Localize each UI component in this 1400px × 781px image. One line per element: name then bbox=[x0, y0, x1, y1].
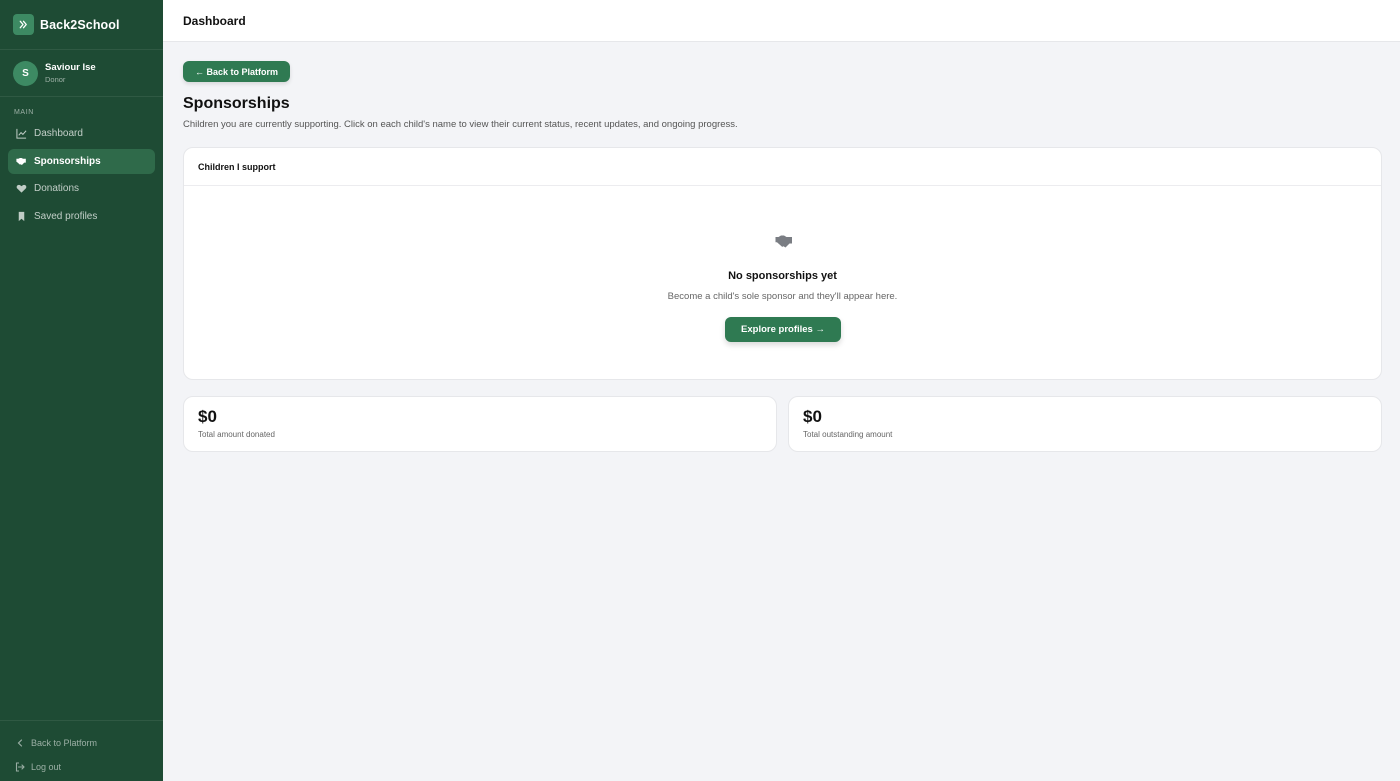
stat-card-total-donated: $0 Total amount donated bbox=[183, 396, 777, 452]
logout-icon bbox=[15, 762, 25, 772]
topbar: Dashboard bbox=[163, 0, 1400, 42]
chart-line-icon bbox=[15, 128, 27, 140]
sidebar-item-saved-profiles[interactable]: Saved profiles bbox=[8, 204, 155, 229]
heart-icon bbox=[15, 183, 27, 195]
sidebar-item-label: Sponsorships bbox=[34, 155, 101, 167]
card-header: Children I support bbox=[184, 148, 1381, 186]
page-title: Sponsorships bbox=[183, 95, 290, 112]
handshake-icon bbox=[15, 155, 27, 167]
explore-profiles-button[interactable]: Explore profiles → bbox=[725, 317, 841, 342]
sidebar-back-to-platform-link[interactable]: Back to Platform bbox=[0, 731, 163, 755]
brand[interactable]: Back2School bbox=[0, 0, 163, 50]
stat-label: Total outstanding amount bbox=[803, 430, 893, 439]
brand-logo-icon bbox=[13, 14, 34, 35]
user-profile[interactable]: S Saviour Ise Donor bbox=[0, 50, 163, 97]
chevron-left-icon bbox=[17, 739, 23, 747]
empty-state-text: Become a child's sole sponsor and they'l… bbox=[667, 291, 898, 302]
sidebar-item-donations[interactable]: Donations bbox=[8, 176, 155, 201]
empty-state-title: No sponsorships yet bbox=[728, 270, 837, 282]
sidebar-item-label: Dashboard bbox=[34, 128, 83, 139]
sidebar-item-sponsorships[interactable]: Sponsorships bbox=[8, 148, 155, 174]
logout-label: Log out bbox=[31, 762, 62, 772]
stat-card-total-outstanding: $0 Total outstanding amount bbox=[788, 396, 1382, 452]
bookmark-icon bbox=[15, 210, 27, 222]
topbar-title: Dashboard bbox=[183, 13, 246, 28]
brand-title: Back2School bbox=[40, 17, 120, 32]
children-support-card: Children I support No sponsorships yet B… bbox=[183, 147, 1382, 380]
avatar: S bbox=[13, 60, 38, 86]
sidebar: Back2School S Saviour Ise Donor MAIN Das… bbox=[0, 0, 163, 781]
page-subtitle: Children you are currently supporting. C… bbox=[183, 119, 738, 130]
sidebar-item-label: Donations bbox=[34, 183, 80, 194]
stat-label: Total amount donated bbox=[198, 430, 275, 439]
stat-value: $0 bbox=[803, 407, 822, 426]
user-role: Donor bbox=[45, 75, 66, 84]
sidebar-item-label: Saved profiles bbox=[34, 210, 98, 222]
sidebar-footer: Back to Platform Log out bbox=[0, 720, 163, 781]
logout-link[interactable]: Log out bbox=[0, 755, 163, 779]
handshake-icon bbox=[775, 235, 792, 248]
back-to-platform-button[interactable]: ← Back to Platform bbox=[183, 61, 291, 82]
user-name: Saviour Ise bbox=[45, 62, 96, 73]
nav-section-label: MAIN bbox=[14, 109, 34, 116]
sidebar-item-dashboard[interactable]: Dashboard bbox=[8, 121, 155, 146]
stat-value: $0 bbox=[198, 407, 217, 426]
back-to-platform-label: Back to Platform bbox=[31, 738, 98, 748]
